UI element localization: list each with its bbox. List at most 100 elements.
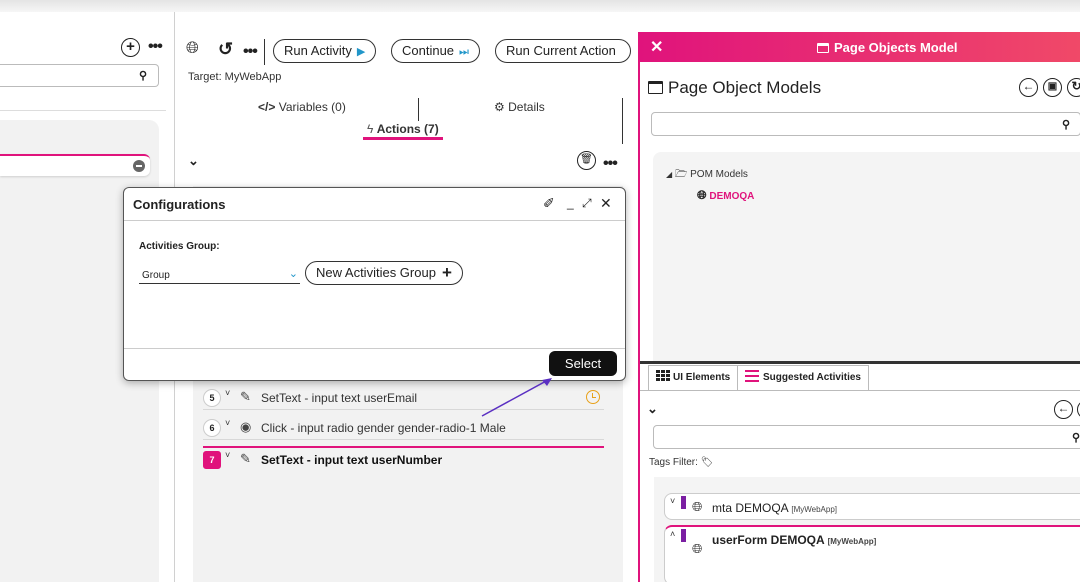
close-icon[interactable]: ✕ <box>600 195 612 211</box>
lightning-icon: ϟ <box>367 122 374 136</box>
activities-group-select[interactable]: Group ⌄ <box>139 267 300 284</box>
pom-window-title-text: Page Objects Model <box>834 40 958 55</box>
remove-circle-icon[interactable] <box>133 160 145 172</box>
tree-node-demoqa[interactable]: 🌐︎ DEMOQA <box>697 188 754 203</box>
run-activity-button[interactable]: Run Activity ▶ <box>273 39 377 63</box>
collapse-all-icon[interactable]: ⌄ <box>188 153 199 169</box>
plus-icon: + <box>441 263 452 282</box>
action-number: 7 <box>203 451 221 469</box>
app-window: + ••• ⚲ 🌐︎ ↺ ••• Run Activity ▶ Continue ⏭… <box>0 0 1080 582</box>
maximize-icon[interactable]: ⤢ <box>582 195 592 211</box>
continue-button[interactable]: Continue ⏭ <box>391 39 480 63</box>
tags-filter-label: Tags Filter: <box>649 457 698 468</box>
save-icon[interactable]: ▣ <box>1043 78 1062 97</box>
run-current-action-button[interactable]: Run Current Action <box>495 39 631 63</box>
globe-icon: 🌐︎ <box>692 541 703 556</box>
tree-node-pom-models[interactable]: ◢ 🗁︎ POM Models <box>666 167 748 184</box>
folder-icon: 🗁︎ <box>674 169 688 180</box>
page-objects-model-panel: ✕ Page Objects Model Page Object Models … <box>638 32 1080 582</box>
select-button[interactable]: Select <box>549 351 617 376</box>
back-arrow-icon[interactable]: ← <box>1019 78 1038 97</box>
activities-group-label: Activities Group: <box>139 241 220 252</box>
globe-icon[interactable]: 🌐︎ <box>186 40 199 58</box>
elements-list: ˅ 🌐︎ mta DEMOQA [MyWebApp] ˄ 🌐︎ userForm… <box>654 477 1080 582</box>
collapse-all-icon[interactable]: ⌄ <box>647 401 658 417</box>
action-row-active[interactable]: 7 ˅ ✎ SetText - input text userNumber <box>203 446 604 472</box>
chevron-down-icon[interactable]: ˅ <box>225 388 230 398</box>
play-icon: ▶ <box>356 46 366 58</box>
list-icon <box>745 370 759 382</box>
tab-details-label: Details <box>508 100 545 114</box>
element-name: userForm DEMOQA [MyWebApp] <box>712 533 876 547</box>
select-value: Group <box>142 270 170 281</box>
elements-search-input[interactable]: ⚲ <box>653 425 1080 449</box>
splitter[interactable] <box>640 361 1080 364</box>
chevron-down-icon: ⌄ <box>288 268 298 280</box>
tags-filter: Tags Filter: 🏷︎ <box>649 457 713 468</box>
tab-actions[interactable]: ϟ Actions (7) <box>363 122 443 140</box>
tree-node-label: POM Models <box>690 169 748 180</box>
tab-variables[interactable]: </> Variables (0) <box>258 100 346 114</box>
action-number: 5 <box>203 389 221 407</box>
search-icon[interactable]: ⚲ <box>1072 431 1080 444</box>
tab-divider <box>418 98 419 121</box>
plus-circle-icon[interactable]: + <box>121 38 140 57</box>
tab-variables-label: Variables (0) <box>278 100 346 114</box>
code-icon: </> <box>258 100 276 114</box>
color-bar <box>681 496 686 509</box>
tag-icon[interactable]: 🏷︎ <box>701 457 714 468</box>
list-item[interactable] <box>0 154 150 176</box>
tab-ui-elements-label: UI Elements <box>673 372 731 383</box>
undo-icon[interactable]: ↺ <box>218 39 233 60</box>
refresh-icon[interactable]: ↻ <box>1067 78 1080 97</box>
pom-tree: ◢ 🗁︎ POM Models 🌐︎ DEMOQA <box>653 152 1080 361</box>
new-activities-group-label: New Activities Group <box>316 265 436 280</box>
pom-subtitle-text: Page Object Models <box>668 78 822 97</box>
more-horizontal-icon[interactable]: ••• <box>243 44 258 60</box>
divider <box>0 110 166 111</box>
continue-label: Continue <box>402 43 455 58</box>
globe-icon: 🌐︎ <box>692 499 703 514</box>
close-icon[interactable]: ✕ <box>650 37 663 57</box>
element-name: mta DEMOQA [MyWebApp] <box>712 501 837 515</box>
tab-ui-elements[interactable]: UI Elements <box>648 365 739 390</box>
more-horizontal-icon[interactable]: ••• <box>148 39 163 55</box>
grid-icon <box>656 370 670 382</box>
pin-icon[interactable]: ✐ <box>543 195 555 211</box>
trash-icon[interactable]: 🗑︎ <box>577 151 596 170</box>
annotation-arrow <box>481 378 552 417</box>
search-icon[interactable]: ⚲ <box>1062 118 1070 131</box>
tab-details[interactable]: ⚙ Details <box>494 100 545 114</box>
element-name-text: userForm DEMOQA <box>712 533 825 547</box>
chevron-down-icon[interactable]: ˅ <box>225 418 230 428</box>
left-search-input[interactable]: ⚲ <box>0 64 159 87</box>
element-card[interactable]: ˅ 🌐︎ mta DEMOQA [MyWebApp] <box>664 493 1080 520</box>
gear-icon: ⚙ <box>494 100 505 114</box>
fast-forward-icon: ⏭ <box>459 46 469 58</box>
chevron-down-icon[interactable]: ˅ <box>225 450 230 460</box>
action-number: 6 <box>203 419 221 437</box>
radio-icon: ◉ <box>240 419 252 434</box>
action-text: SetText - input text userNumber <box>261 453 443 467</box>
element-card-active[interactable]: ˄ 🌐︎ userForm DEMOQA [MyWebApp] <box>664 525 1080 582</box>
dialog-title: Configurations <box>133 197 226 212</box>
chevron-up-icon[interactable]: ˄ <box>670 529 675 539</box>
element-name-text: mta DEMOQA <box>712 501 789 515</box>
expand-icon[interactable]: ◢ <box>666 170 672 179</box>
new-activities-group-button[interactable]: New Activities Group + <box>305 261 463 285</box>
search-icon[interactable]: ⚲ <box>139 69 147 82</box>
tab-actions-label: Actions (7) <box>376 122 439 136</box>
back-arrow-icon[interactable]: ← <box>1054 400 1073 419</box>
divider <box>124 348 625 349</box>
clock-icon <box>586 390 600 404</box>
globe-icon: 🌐︎ <box>697 188 707 202</box>
minimize-icon[interactable]: _ <box>567 195 574 211</box>
divider <box>124 220 625 221</box>
more-horizontal-icon[interactable]: ••• <box>603 156 618 172</box>
run-current-action-label: Run Current Action <box>506 43 616 58</box>
tab-suggested-activities[interactable]: Suggested Activities <box>737 365 869 390</box>
toolbar-divider <box>264 39 265 65</box>
chevron-down-icon[interactable]: ˅ <box>670 496 675 506</box>
pom-subtitle: Page Object Models <box>648 78 821 98</box>
pom-search-input[interactable]: ⚲ <box>651 112 1080 136</box>
